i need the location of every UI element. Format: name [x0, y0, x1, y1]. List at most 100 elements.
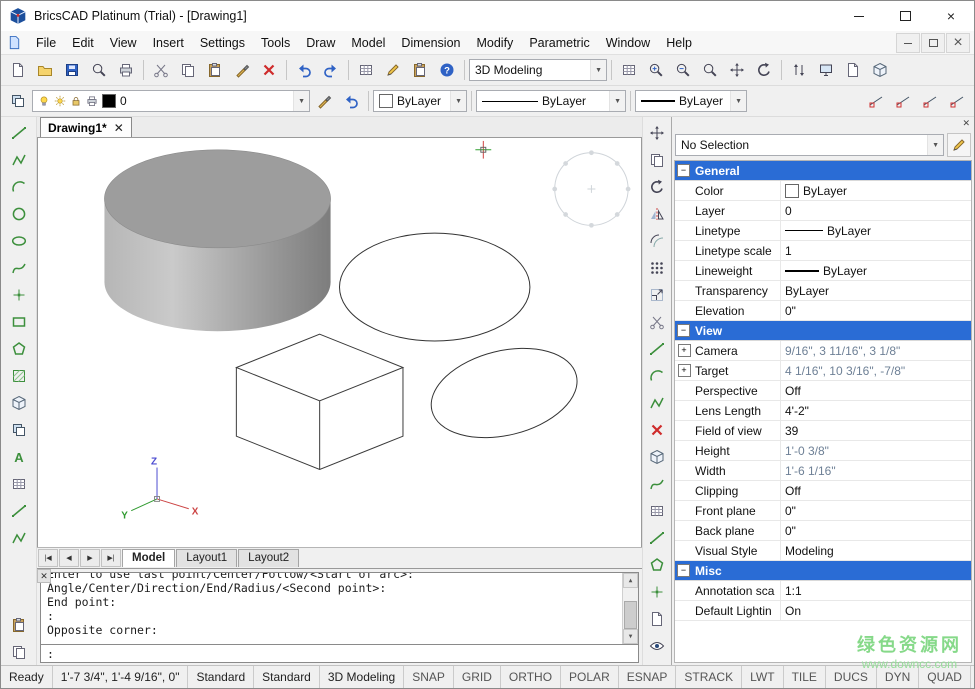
draw-box-button[interactable]: [5, 390, 32, 416]
mdi-restore-button[interactable]: [921, 33, 945, 53]
draw-ellipse-button[interactable]: [5, 228, 32, 254]
draw-hatch-button[interactable]: [5, 363, 32, 389]
linetype-select[interactable]: ByLayer ▼: [476, 90, 626, 112]
edit-entity-button[interactable]: [380, 57, 406, 83]
panel-close-icon[interactable]: ✕: [962, 118, 970, 129]
print-button[interactable]: [113, 57, 139, 83]
draw-leader-button[interactable]: [5, 525, 32, 551]
menu-model[interactable]: Model: [343, 36, 393, 50]
layers-manager-button[interactable]: [5, 88, 31, 114]
undo-button[interactable]: [291, 57, 317, 83]
prev-tab-icon[interactable]: ◀: [59, 549, 79, 567]
paste-button[interactable]: [202, 57, 228, 83]
array-button[interactable]: [644, 255, 671, 281]
clipboard-history-button[interactable]: [5, 612, 32, 638]
mdi-close-button[interactable]: ×: [946, 33, 970, 53]
maximize-button[interactable]: [882, 1, 928, 31]
expand-icon[interactable]: +: [678, 364, 691, 377]
quick-select-button[interactable]: [947, 133, 971, 157]
fillet-button[interactable]: [644, 363, 671, 389]
status-toggle-ortho[interactable]: ORTHO: [501, 666, 561, 688]
props-group-general[interactable]: − General: [675, 161, 971, 181]
draw-circle-button[interactable]: [5, 201, 32, 227]
status-toggle-polar[interactable]: POLAR: [561, 666, 619, 688]
last-tab-icon[interactable]: ▶|: [101, 549, 121, 567]
snap-center-button[interactable]: [917, 88, 943, 114]
draw-spline-button[interactable]: [5, 255, 32, 281]
set-layer-by-entity-button[interactable]: [311, 88, 337, 114]
props-group-view[interactable]: − View: [675, 321, 971, 341]
pan-button[interactable]: [724, 57, 750, 83]
status-toggle-strack[interactable]: STRACK: [676, 666, 742, 688]
command-input[interactable]: :: [40, 645, 639, 663]
delete-button[interactable]: [256, 57, 282, 83]
draw-polyline-button[interactable]: [5, 147, 32, 173]
props-group-misc[interactable]: − Misc: [675, 561, 971, 581]
copy-entity-button[interactable]: [644, 147, 671, 173]
lineweight-select[interactable]: ByLayer ▼: [635, 90, 747, 112]
workspace-select[interactable]: 3D Modeling ▼: [469, 59, 607, 81]
print-preview-button[interactable]: [86, 57, 112, 83]
status-toggle-tips[interactable]: TIPS: [971, 666, 974, 688]
status-toggle-tile[interactable]: TILE: [784, 666, 826, 688]
draw-text-button[interactable]: [5, 444, 32, 470]
offset-button[interactable]: [644, 228, 671, 254]
match-properties-button[interactable]: [229, 57, 255, 83]
first-tab-icon[interactable]: |◀: [38, 549, 58, 567]
draw-rectangle-button[interactable]: [5, 309, 32, 335]
erase-button[interactable]: [644, 417, 671, 443]
scrollbar-thumb[interactable]: [624, 601, 637, 629]
snap-nearest-button[interactable]: [944, 88, 970, 114]
trim-button[interactable]: [644, 309, 671, 335]
draw-arc-button[interactable]: [5, 174, 32, 200]
status-toggle-snap[interactable]: SNAP: [404, 666, 454, 688]
close-button[interactable]: ×: [928, 1, 974, 31]
draw-polygon-button[interactable]: [5, 336, 32, 362]
named-views-button[interactable]: [644, 633, 671, 659]
menu-settings[interactable]: Settings: [192, 36, 253, 50]
menu-modify[interactable]: Modify: [468, 36, 521, 50]
drawing-viewport[interactable]: Z X Y: [38, 138, 641, 547]
circle-entity[interactable]: [340, 233, 530, 341]
cylinder-solid[interactable]: [104, 150, 330, 331]
status-toggle-quad[interactable]: QUAD: [919, 666, 971, 688]
collapse-icon[interactable]: −: [677, 324, 690, 337]
view-rotate-button[interactable]: [786, 57, 812, 83]
save-button[interactable]: [59, 57, 85, 83]
copy-history-button[interactable]: [5, 639, 32, 665]
cut-button[interactable]: [148, 57, 174, 83]
explode-button[interactable]: [644, 444, 671, 470]
selection-select[interactable]: No Selection ▼: [675, 134, 944, 156]
mdi-minimize-button[interactable]: [896, 33, 920, 53]
chamfer-button[interactable]: [644, 390, 671, 416]
extend-button[interactable]: [644, 336, 671, 362]
tab-layout2[interactable]: Layout2: [238, 549, 299, 567]
scroll-down-icon[interactable]: ▼: [623, 629, 638, 644]
menu-tools[interactable]: Tools: [253, 36, 298, 50]
collapse-icon[interactable]: −: [677, 164, 690, 177]
id-point-button[interactable]: [644, 579, 671, 605]
ellipse-entity[interactable]: [422, 334, 587, 451]
draw-point-button[interactable]: [5, 282, 32, 308]
menu-draw[interactable]: Draw: [298, 36, 343, 50]
help-button[interactable]: [434, 57, 460, 83]
list-button[interactable]: [644, 606, 671, 632]
menu-file[interactable]: File: [28, 36, 64, 50]
copy-button[interactable]: [175, 57, 201, 83]
next-tab-icon[interactable]: ▶: [80, 549, 100, 567]
join-button[interactable]: [644, 471, 671, 497]
draw-region-button[interactable]: [5, 417, 32, 443]
box-wireframe[interactable]: [236, 334, 403, 469]
new-document-button[interactable]: [5, 57, 31, 83]
move-button[interactable]: [644, 120, 671, 146]
expand-icon[interactable]: +: [678, 344, 691, 357]
menu-edit[interactable]: Edit: [64, 36, 102, 50]
open-button[interactable]: [32, 57, 58, 83]
scroll-up-icon[interactable]: ▲: [623, 573, 638, 588]
command-panel-close-icon[interactable]: ✕: [37, 569, 51, 583]
orbit-button[interactable]: [751, 57, 777, 83]
rotate-button[interactable]: [644, 174, 671, 200]
status-workspace[interactable]: 3D Modeling: [320, 666, 404, 688]
draw-dimension-button[interactable]: [5, 498, 32, 524]
insert-table-button[interactable]: [5, 471, 32, 497]
